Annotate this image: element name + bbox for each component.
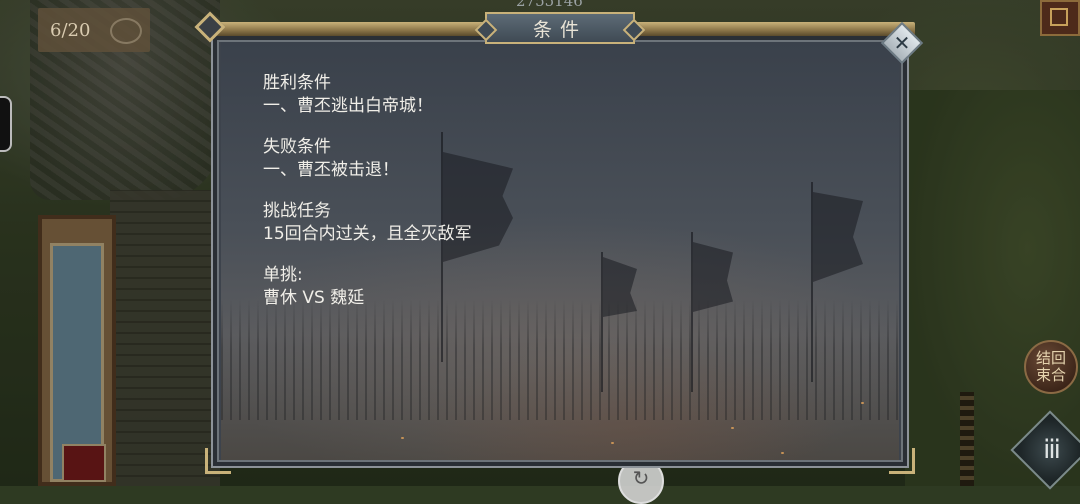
- conditions-content: 胜利条件 一、曹丕逃出白帝城！ 失败条件 一、曹丕被击退！ 挑战任务 15回合内…: [263, 72, 823, 328]
- corner-ornament: [205, 448, 231, 474]
- challenge-mission: 挑战任务 15回合内过关，且全灭敌军: [263, 200, 823, 246]
- turn-counter: 6/20: [38, 8, 150, 52]
- close-icon: ✕: [893, 31, 911, 55]
- edge-handle[interactable]: [0, 96, 12, 152]
- map-menu-button[interactable]: [1040, 0, 1080, 36]
- menu-icon: iii: [1043, 435, 1061, 465]
- defeat-conditions: 失败条件 一、曹丕被击退！: [263, 136, 823, 182]
- ember: [781, 452, 784, 454]
- section-heading: 胜利条件: [263, 73, 331, 93]
- condition-line: 一、曹丕被击退！: [263, 160, 399, 180]
- section-heading: 挑战任务: [263, 201, 331, 221]
- corner-ornament: [889, 448, 915, 474]
- cloud-icon: [110, 18, 142, 44]
- condition-line: 一、曹丕逃出白帝城！: [263, 96, 433, 116]
- ember: [401, 437, 404, 439]
- ember: [861, 402, 864, 404]
- square-icon: [1050, 8, 1068, 26]
- section-heading: 单挑:: [263, 265, 303, 285]
- section-heading: 失败条件: [263, 137, 331, 157]
- condition-line: 曹休 VS 魏延: [263, 288, 365, 308]
- duel-info: 单挑: 曹休 VS 魏延: [263, 264, 823, 310]
- ember: [731, 427, 734, 429]
- ember: [611, 442, 614, 444]
- condition-line: 15回合内过关，且全灭敌军: [263, 224, 472, 244]
- dialog-title: 条件: [532, 18, 587, 41]
- victory-conditions: 胜利条件 一、曹丕逃出白帝城！: [263, 72, 823, 118]
- score-readout: 2755146: [516, 0, 583, 10]
- turn-counter-text: 6/20: [50, 19, 91, 41]
- end-turn-button[interactable]: 结回 束合: [1024, 340, 1078, 394]
- conditions-dialog: 条件 ✕ 胜利条件 一、曹丕逃出白帝城！ 失败条件 一、曹丕被击退！ 挑战任务 …: [194, 11, 924, 478]
- dialog-title-plate: 条件: [485, 12, 635, 44]
- end-turn-label: 结回 束合: [1035, 349, 1066, 384]
